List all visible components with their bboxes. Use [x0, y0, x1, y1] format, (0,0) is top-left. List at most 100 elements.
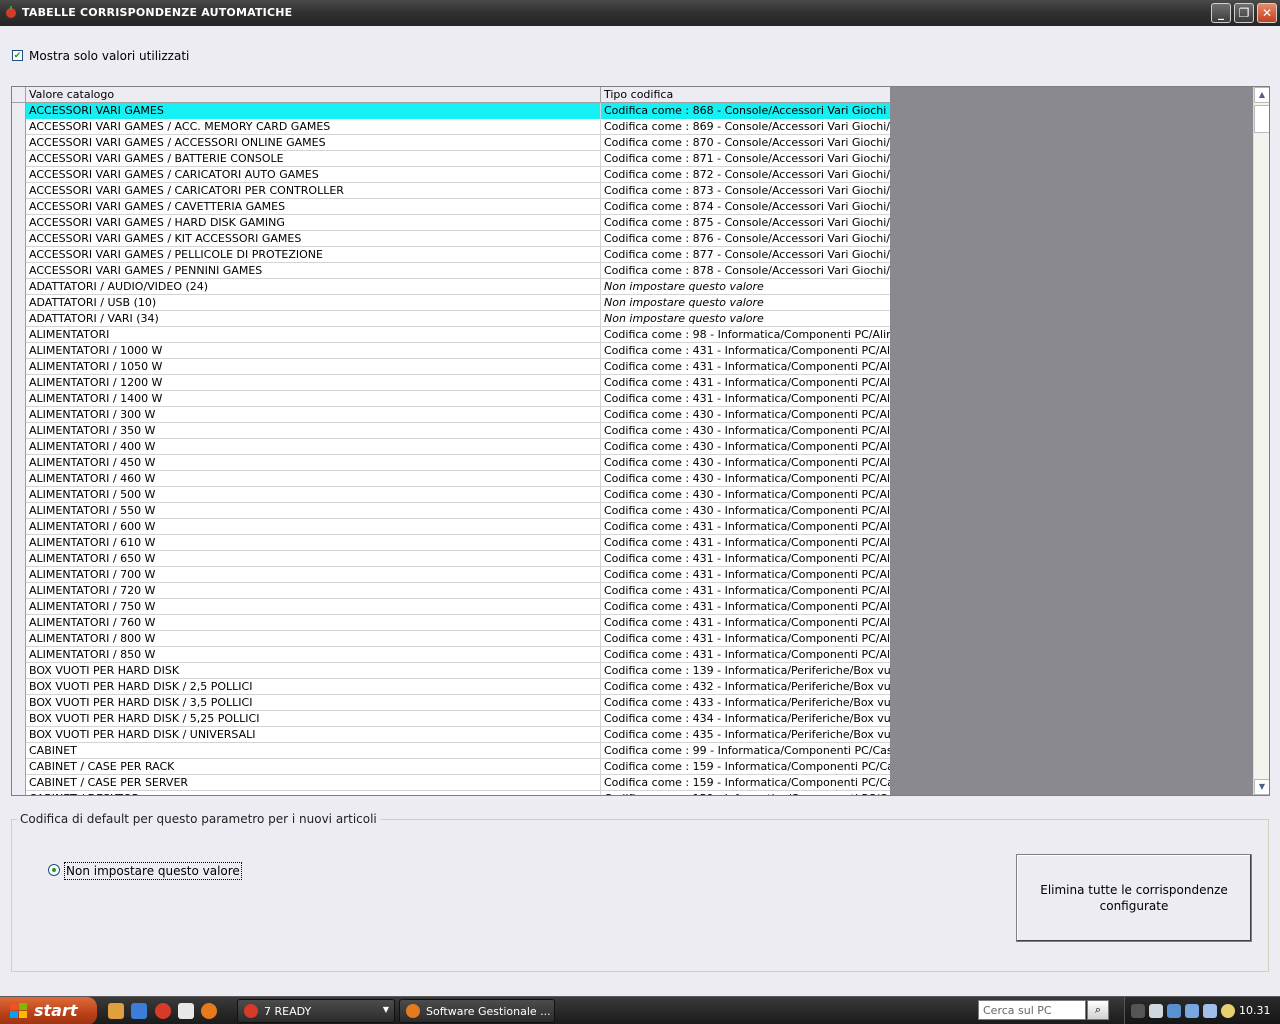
cell-tipo-codifica[interactable]: Codifica come : 431 - Informatica/Compon…: [601, 615, 890, 631]
cell-tipo-codifica[interactable]: Codifica come : 874 - Console/Accessori …: [601, 199, 890, 215]
row-selector[interactable]: [12, 103, 26, 119]
row-selector[interactable]: [12, 647, 26, 663]
row-selector[interactable]: [12, 407, 26, 423]
cell-tipo-codifica[interactable]: Codifica come : 159 - Informatica/Compon…: [601, 775, 890, 791]
row-selector[interactable]: [12, 631, 26, 647]
start-button[interactable]: start: [0, 997, 97, 1024]
cell-tipo-codifica[interactable]: Codifica come : 876 - Console/Accessori …: [601, 231, 890, 247]
cell-valore-catalogo[interactable]: ALIMENTATORI / 1000 W: [26, 343, 601, 359]
column-header-valore-catalogo[interactable]: Valore catalogo: [26, 87, 601, 103]
scroll-up-button[interactable]: ▲: [1254, 87, 1269, 103]
row-selector[interactable]: [12, 743, 26, 759]
cell-valore-catalogo[interactable]: ACCESSORI VARI GAMES / CARICATORI PER CO…: [26, 183, 601, 199]
table-row[interactable]: BOX VUOTI PER HARD DISK / 5,25 POLLICI Co…: [12, 711, 890, 727]
cell-valore-catalogo[interactable]: ADATTATORI / AUDIO/VIDEO (24): [26, 279, 601, 295]
row-selector[interactable]: [12, 679, 26, 695]
minimize-button[interactable]: _: [1211, 3, 1231, 23]
search-icon[interactable]: ⌕: [1087, 1000, 1109, 1020]
table-row[interactable]: BOX VUOTI PER HARD DISK / 2,5 POLLICI Cod…: [12, 679, 890, 695]
cell-tipo-codifica[interactable]: Codifica come : 878 - Console/Accessori …: [601, 263, 890, 279]
cell-valore-catalogo[interactable]: ACCESSORI VARI GAMES / CAVETTERIA GAMES: [26, 199, 601, 215]
cell-tipo-codifica[interactable]: Codifica come : 99 - Informatica/Compone…: [601, 743, 890, 759]
table-row[interactable]: ALIMENTATORI / 800 W Codifica come : 431 …: [12, 631, 890, 647]
cell-tipo-codifica[interactable]: Codifica come : 430 - Informatica/Compon…: [601, 503, 890, 519]
row-selector[interactable]: [12, 167, 26, 183]
cell-valore-catalogo[interactable]: ALIMENTATORI / 1200 W: [26, 375, 601, 391]
table-row[interactable]: CABINET / CASE PER SERVER Codifica come :…: [12, 775, 890, 791]
maximize-button[interactable]: ❐: [1234, 3, 1254, 23]
cell-valore-catalogo[interactable]: ACCESSORI VARI GAMES / BATTERIE CONSOLE: [26, 151, 601, 167]
row-selector[interactable]: [12, 727, 26, 743]
cell-valore-catalogo[interactable]: ALIMENTATORI / 760 W: [26, 615, 601, 631]
row-selector[interactable]: [12, 535, 26, 551]
table-row[interactable]: BOX VUOTI PER HARD DISK Codifica come : 1…: [12, 663, 890, 679]
cell-tipo-codifica[interactable]: Non impostare questo valore: [601, 279, 890, 295]
cell-valore-catalogo[interactable]: CABINET / CASE PER SERVER: [26, 775, 601, 791]
row-selector[interactable]: [12, 119, 26, 135]
row-selector[interactable]: [12, 391, 26, 407]
row-selector[interactable]: [12, 327, 26, 343]
table-row[interactable]: ACCESSORI VARI GAMES / ACC. MEMORY CARD …: [12, 119, 890, 135]
cell-valore-catalogo[interactable]: ALIMENTATORI: [26, 327, 601, 343]
table-row[interactable]: ACCESSORI VARI GAMES / CAVETTERIA GAMES C…: [12, 199, 890, 215]
table-row[interactable]: ALIMENTATORI / 460 W Codifica come : 430 …: [12, 471, 890, 487]
cell-valore-catalogo[interactable]: ALIMENTATORI / 610 W: [26, 535, 601, 551]
scroll-thumb[interactable]: [1254, 105, 1269, 133]
row-selector[interactable]: [12, 759, 26, 775]
row-selector[interactable]: [12, 711, 26, 727]
moon-icon[interactable]: [1221, 1004, 1235, 1018]
network-icon[interactable]: [1167, 1004, 1181, 1018]
cell-tipo-codifica[interactable]: Codifica come : 868 - Console/Accessori …: [601, 103, 890, 119]
cell-tipo-codifica[interactable]: Codifica come : 430 - Informatica/Compon…: [601, 423, 890, 439]
row-selector[interactable]: [12, 567, 26, 583]
cell-valore-catalogo[interactable]: CABINET: [26, 743, 601, 759]
cell-tipo-codifica[interactable]: Codifica come : 877 - Console/Accessori …: [601, 247, 890, 263]
row-selector[interactable]: [12, 199, 26, 215]
cell-tipo-codifica[interactable]: Codifica come : 139 - Informatica/Perife…: [601, 663, 890, 679]
table-row[interactable]: ACCESSORI VARI GAMES / HARD DISK GAMING C…: [12, 215, 890, 231]
cell-tipo-codifica[interactable]: Codifica come : 433 - Informatica/Perife…: [601, 695, 890, 711]
cell-valore-catalogo[interactable]: ALIMENTATORI / 750 W: [26, 599, 601, 615]
table-row[interactable]: ACCESSORI VARI GAMES / CARICATORI PER CO…: [12, 183, 890, 199]
table-row[interactable]: ALIMENTATORI / 1200 W Codifica come : 431…: [12, 375, 890, 391]
cell-tipo-codifica[interactable]: Codifica come : 431 - Informatica/Compon…: [601, 631, 890, 647]
cell-tipo-codifica[interactable]: Codifica come : 872 - Console/Accessori …: [601, 167, 890, 183]
row-selector[interactable]: [12, 599, 26, 615]
row-selector[interactable]: [12, 791, 26, 795]
table-row[interactable]: ALIMENTATORI / 700 W Codifica come : 431 …: [12, 567, 890, 583]
cell-tipo-codifica[interactable]: Non impostare questo valore: [601, 311, 890, 327]
search-input[interactable]: Cerca sul PC: [978, 1000, 1086, 1020]
cell-valore-catalogo[interactable]: ALIMENTATORI / 600 W: [26, 519, 601, 535]
cell-valore-catalogo[interactable]: ADATTATORI / VARI (34): [26, 311, 601, 327]
row-selector[interactable]: [12, 247, 26, 263]
table-row[interactable]: ALIMENTATORI / 1000 W Codifica come : 431…: [12, 343, 890, 359]
cell-valore-catalogo[interactable]: BOX VUOTI PER HARD DISK / 2,5 POLLICI: [26, 679, 601, 695]
header-row-selector[interactable]: [12, 87, 26, 103]
cell-valore-catalogo[interactable]: ACCESSORI VARI GAMES / PENNINI GAMES: [26, 263, 601, 279]
table-row[interactable]: CABINET / DESKTOPCodifica come : 159 - I…: [12, 791, 890, 795]
row-selector[interactable]: [12, 487, 26, 503]
row-selector[interactable]: [12, 311, 26, 327]
table-row[interactable]: ALIMENTATORI / 350 W Codifica come : 430 …: [12, 423, 890, 439]
table-row[interactable]: ALIMENTATORI / 300 W Codifica come : 430 …: [12, 407, 890, 423]
table-row[interactable]: ALIMENTATORI / 850 W Codifica come : 431 …: [12, 647, 890, 663]
cell-tipo-codifica[interactable]: Non impostare questo valore: [601, 295, 890, 311]
row-selector[interactable]: [12, 343, 26, 359]
table-row[interactable]: ACCESSORI VARI GAMES / PELLICOLE DI PROT…: [12, 247, 890, 263]
cell-valore-catalogo[interactable]: BOX VUOTI PER HARD DISK / 3,5 POLLICI: [26, 695, 601, 711]
cell-valore-catalogo[interactable]: ALIMENTATORI / 460 W: [26, 471, 601, 487]
table-row[interactable]: ACCESSORI VARI GAMES Codifica come : 868 …: [12, 103, 890, 119]
cell-tipo-codifica[interactable]: Codifica come : 430 - Informatica/Compon…: [601, 471, 890, 487]
cell-valore-catalogo[interactable]: ALIMENTATORI / 550 W: [26, 503, 601, 519]
cell-tipo-codifica[interactable]: Codifica come : 869 - Console/Accessori …: [601, 119, 890, 135]
radio-button[interactable]: [48, 864, 60, 876]
row-selector[interactable]: [12, 583, 26, 599]
table-row[interactable]: ALIMENTATORI / 610 W Codifica come : 431 …: [12, 535, 890, 551]
cell-tipo-codifica[interactable]: Codifica come : 873 - Console/Accessori …: [601, 183, 890, 199]
cell-valore-catalogo[interactable]: BOX VUOTI PER HARD DISK: [26, 663, 601, 679]
row-selector[interactable]: [12, 151, 26, 167]
cell-valore-catalogo[interactable]: ACCESSORI VARI GAMES: [26, 103, 601, 119]
network-icon[interactable]: [1185, 1004, 1199, 1018]
table-row[interactable]: ADATTATORI / USB (10) Non impostare quest…: [12, 295, 890, 311]
row-selector[interactable]: [12, 231, 26, 247]
